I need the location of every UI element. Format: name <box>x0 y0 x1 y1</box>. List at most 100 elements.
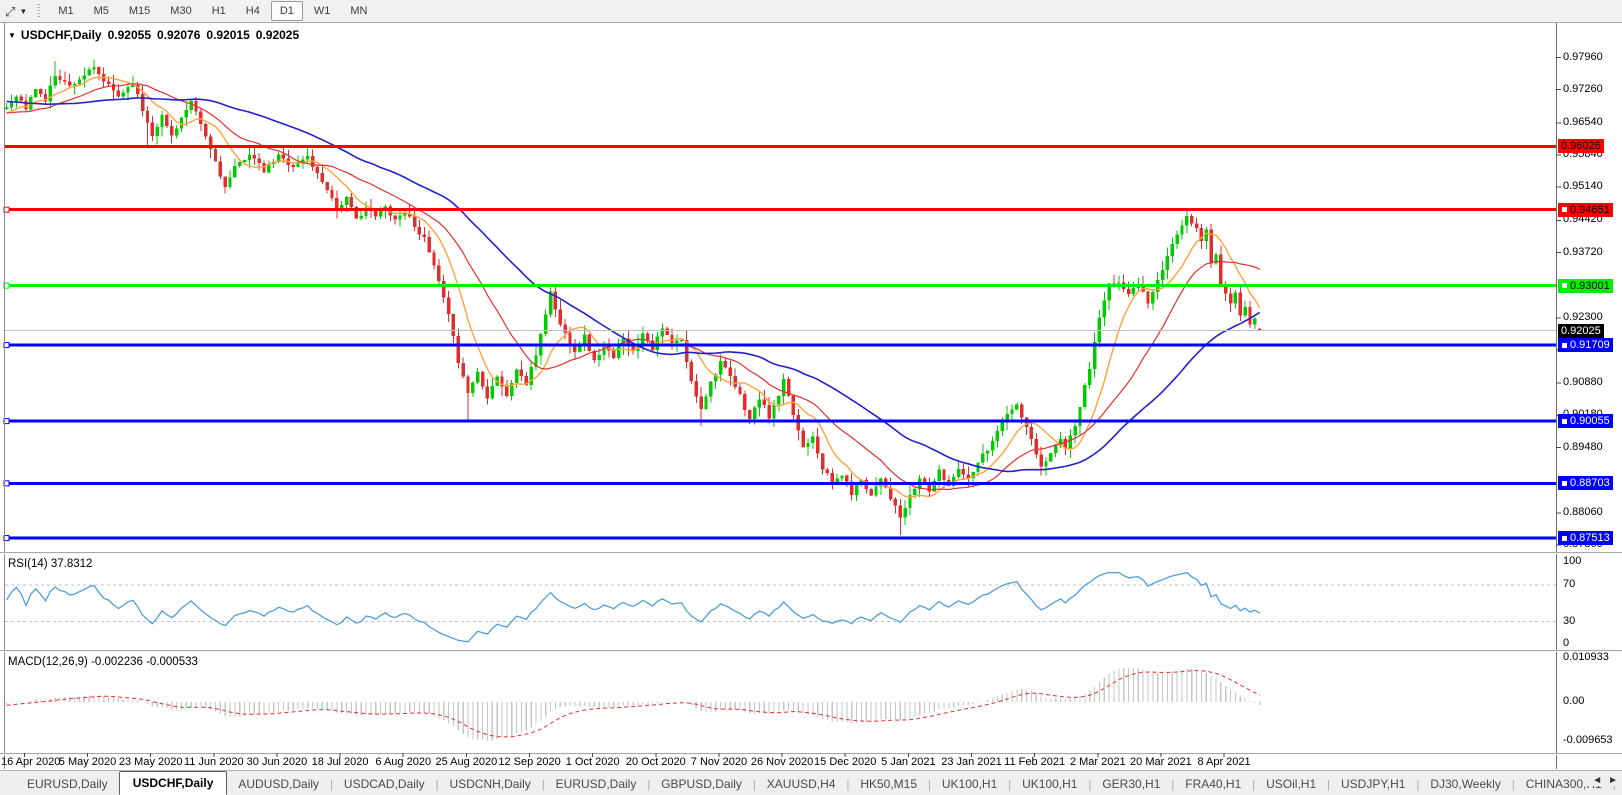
chart-tab-xauusd-h4[interactable]: XAUUSD,H4 <box>756 773 847 795</box>
rsi-axis-tick-0: 0 <box>1563 637 1569 649</box>
chart-tab-bar: EURUSD,DailyUSDCHF,DailyAUDUSD,Daily|USD… <box>0 770 1622 795</box>
price-axis-tick-0.97260: 0.97260 <box>1563 83 1603 95</box>
collapse-triangle-icon: ▼ <box>8 31 16 40</box>
rsi-value: 37.8312 <box>51 558 93 570</box>
rsi-label: RSI(14) 37.8312 <box>8 558 92 570</box>
level-price-label-0.93001: 0.93001 <box>1558 279 1613 293</box>
symbol-name: USDCHF,Daily <box>21 28 102 42</box>
timeframe-button-m15[interactable]: M15 <box>120 1 159 21</box>
date-axis-label-14: 5 Jan 2021 <box>881 756 935 768</box>
tab-scroll-left-icon[interactable]: ◄ <box>1592 775 1602 786</box>
price-axis-tick-0.95140: 0.95140 <box>1563 180 1603 192</box>
timeframe-button-m30[interactable]: M30 <box>161 1 200 21</box>
timeframe-button-w1[interactable]: W1 <box>305 1 340 21</box>
timeframe-buttons: M1M5M15M30H1H4D1W1MN <box>48 1 377 21</box>
date-axis-label-8: 12 Sep 2020 <box>498 756 560 768</box>
bull-candle-wicks <box>7 59 1255 525</box>
chart-tab-fra40-h1[interactable]: FRA40,H1 <box>1174 773 1252 795</box>
ohlc-close: 0.92025 <box>256 28 299 42</box>
level-anchor-icon <box>1561 418 1568 425</box>
date-axis-label-6: 6 Aug 2020 <box>375 756 431 768</box>
toolbar-grip[interactable] <box>37 4 40 18</box>
macd-axis-tick-1: 0.00 <box>1563 695 1584 707</box>
chart-title: ▼USDCHF,Daily0.920550.920760.920150.9202… <box>8 28 305 42</box>
date-axis-label-19: 8 Apr 2021 <box>1197 756 1250 768</box>
chart-tab-usdjpy-h1[interactable]: USDJPY,H1 <box>1330 773 1416 795</box>
macd-histogram <box>7 668 1260 741</box>
date-axis-label-2: 23 May 2020 <box>119 756 183 768</box>
chart-tab-usdcad-daily[interactable]: USDCAD,Daily <box>333 773 436 795</box>
timeframe-button-d1[interactable]: D1 <box>271 1 303 21</box>
chart-tab-usdchf-daily[interactable]: USDCHF,Daily <box>119 771 228 795</box>
rsi-name: RSI(14) <box>8 558 48 570</box>
level-price-label-0.88703: 0.88703 <box>1558 476 1613 490</box>
date-axis-label-16: 11 Feb 2021 <box>1004 756 1065 768</box>
chart-tab-gbpusd-daily[interactable]: GBPUSD,Daily <box>650 773 753 795</box>
date-axis-label-12: 26 Nov 2020 <box>751 756 813 768</box>
chart-tab-hk50-m15[interactable]: HK50,M15 <box>849 773 928 795</box>
chart-tab-dj30-weekly[interactable]: DJ30,Weekly <box>1419 773 1511 795</box>
level-anchor-icon <box>1561 206 1568 213</box>
chart-tab-eurusd-daily[interactable]: EURUSD,Daily <box>16 773 119 795</box>
chart-tab-uk100-h1[interactable]: UK100,H1 <box>1011 773 1088 795</box>
macd-axis-tick-0: 0.010933 <box>1563 651 1609 663</box>
chart-canvas[interactable] <box>0 0 1622 795</box>
level-price-text: 0.90055 <box>1570 414 1610 428</box>
level-price-label-0.94651: 0.94651 <box>1558 203 1613 217</box>
date-axis-label-17: 2 Mar 2021 <box>1070 756 1126 768</box>
date-axis-label-5: 18 Jul 2020 <box>312 756 369 768</box>
chart-tab-eurusd-daily[interactable]: EURUSD,Daily <box>545 773 648 795</box>
date-axis-label-15: 23 Jan 2021 <box>941 756 1002 768</box>
ohlc-low: 0.92015 <box>206 28 249 42</box>
level-anchor-icon <box>1561 342 1568 349</box>
tab-scroll-right-icon[interactable]: ► <box>1608 775 1618 786</box>
timeframe-toolbar: ⤢ ▼ M1M5M15M30H1H4D1W1MN <box>0 0 1622 23</box>
level-price-text: 0.94651 <box>1570 203 1610 217</box>
price-axis-tick-0.90880: 0.90880 <box>1563 376 1603 388</box>
chart-tab-uk100-h1[interactable]: UK100,H1 <box>931 773 1008 795</box>
macd-axis-tick-2: -0.009653 <box>1563 734 1613 746</box>
timeframe-button-h1[interactable]: H1 <box>203 1 235 21</box>
rsi-axis-tick-70: 70 <box>1563 578 1575 590</box>
crosshair-cursor-icon[interactable]: ⤢ ▼ <box>5 5 27 18</box>
timeframe-button-m5[interactable]: M5 <box>85 1 118 21</box>
date-axis-label-18: 20 Mar 2021 <box>1130 756 1192 768</box>
chart-tab-usdcnh-daily[interactable]: USDCNH,Daily <box>438 773 541 795</box>
macd-label: MACD(12,26,9) -0.002236 -0.000533 <box>8 656 198 668</box>
date-axis-label-11: 7 Nov 2020 <box>691 756 747 768</box>
crosshair-cursor-icon: ⤢ <box>5 5 15 18</box>
price-axis-tick-0.88060: 0.88060 <box>1563 506 1603 518</box>
level-anchor-icon <box>1561 282 1568 289</box>
level-price-text: 0.88703 <box>1570 476 1610 490</box>
mt4-window: ⤢ ▼ M1M5M15M30H1H4D1W1MN ▼ USDCHF,Daily 0.… <box>0 0 1622 795</box>
bull-candle-bodies <box>7 67 1255 518</box>
date-axis-label-13: 15 Dec 2020 <box>814 756 876 768</box>
date-axis-label-4: 30 Jun 2020 <box>247 756 308 768</box>
level-price-text: 0.87513 <box>1570 531 1610 545</box>
level-price-label-0.90055: 0.90055 <box>1558 414 1613 428</box>
level-price-label-0.87513: 0.87513 <box>1558 531 1613 545</box>
chart-tab-usoil-h1[interactable]: USOil,H1 <box>1255 773 1327 795</box>
macd-values: -0.002236 -0.000533 <box>91 656 198 668</box>
price-axis-tick-0.96540: 0.96540 <box>1563 116 1603 128</box>
timeframe-button-m1[interactable]: M1 <box>49 1 82 21</box>
level-price-label-0.91709: 0.91709 <box>1558 338 1613 352</box>
chart-tab-ger30-h1[interactable]: GER30,H1 <box>1091 773 1171 795</box>
level-price-text: 0.96026 <box>1561 139 1601 153</box>
timeframe-button-mn[interactable]: MN <box>341 1 376 21</box>
bear-candle-bodies <box>21 67 1260 518</box>
price-axis-tick-0.92300: 0.92300 <box>1563 311 1603 323</box>
date-axis-label-10: 20 Oct 2020 <box>626 756 686 768</box>
ohlc-high: 0.92076 <box>157 28 200 42</box>
price-axis-tick-0.89480: 0.89480 <box>1563 441 1603 453</box>
tab-scroll-arrows: ◄ ► <box>1586 775 1618 786</box>
timeframe-button-h4[interactable]: H4 <box>237 1 269 21</box>
level-price-label-0.96026: 0.96026 <box>1558 139 1604 153</box>
level-price-text: 0.91709 <box>1570 338 1610 352</box>
date-axis-label-7: 25 Aug 2020 <box>435 756 497 768</box>
date-axis-label-9: 1 Oct 2020 <box>566 756 620 768</box>
date-axis-label-1: 5 May 2020 <box>59 756 116 768</box>
date-axis-label-0: 16 Apr 2020 <box>1 756 60 768</box>
chart-tab-audusd-daily[interactable]: AUDUSD,Daily <box>227 773 330 795</box>
level-price-text: 0.92025 <box>1561 324 1601 338</box>
